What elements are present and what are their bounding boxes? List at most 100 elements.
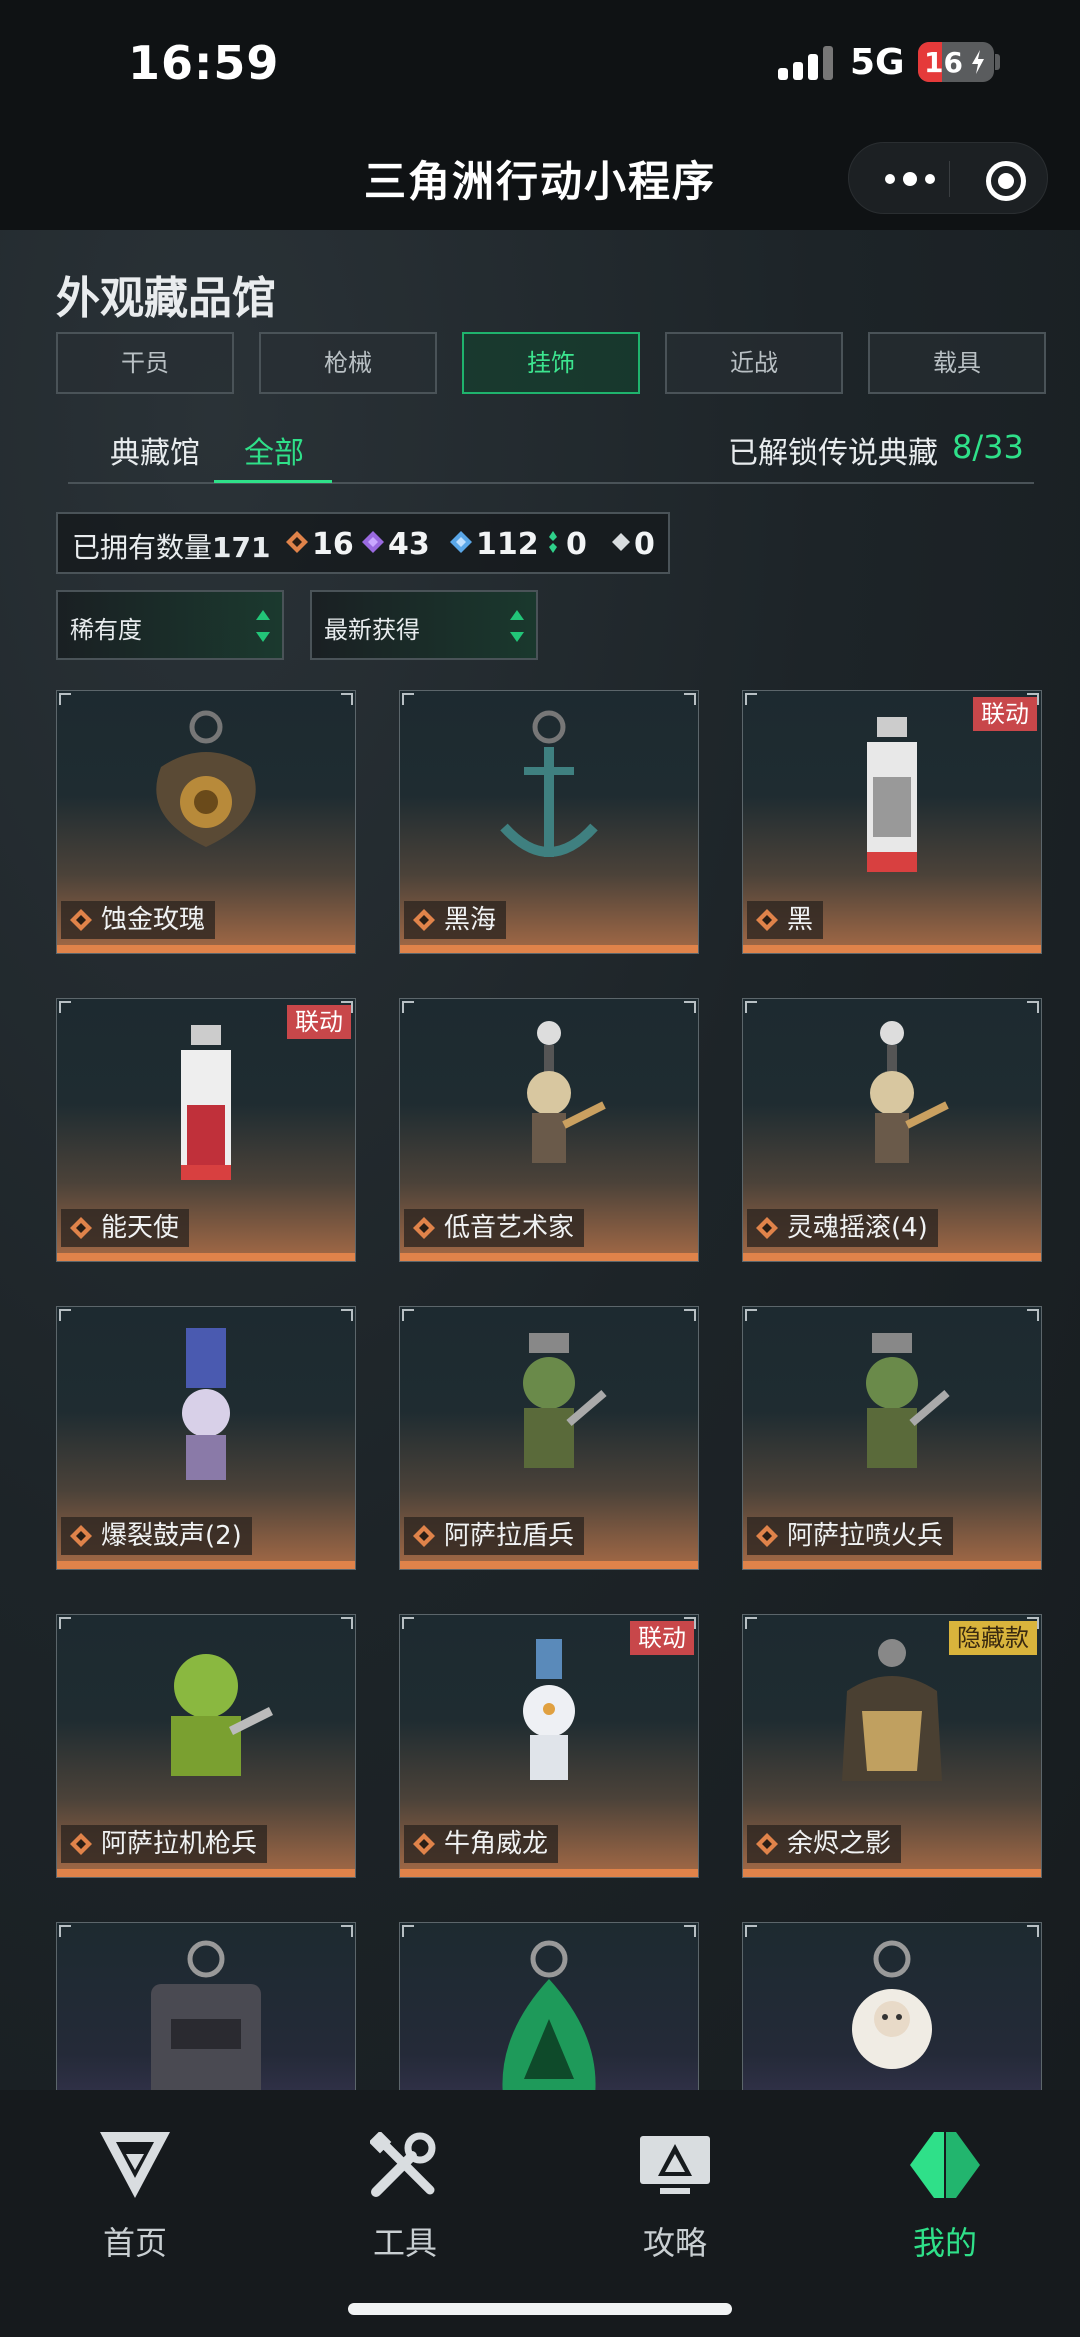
charm-name: 黑海 xyxy=(444,905,497,935)
charm-card[interactable] xyxy=(399,1922,699,2090)
orange-diamond-icon xyxy=(70,1525,92,1547)
nav-tools-label: 工具 xyxy=(372,2224,437,2262)
rarity-sort-dropdown[interactable]: 稀有度 xyxy=(56,590,284,660)
charm-name: 灵魂摇滚(4) xyxy=(787,1213,928,1243)
nav-mine[interactable]: 我的 xyxy=(810,2090,1080,2290)
tab-vehicles[interactable]: 载具 xyxy=(868,332,1046,394)
orange-diamond-icon xyxy=(413,1525,435,1547)
active-subtab-indicator xyxy=(214,480,332,483)
orange-count: 16 xyxy=(312,527,354,562)
tab-weapons[interactable]: 枪械 xyxy=(259,332,437,394)
charm-card[interactable]: 联动黑 xyxy=(742,690,1042,954)
charm-name: 黑 xyxy=(787,905,814,935)
owned-total: 171 xyxy=(212,531,271,564)
hidden-badge: 隐藏款 xyxy=(949,1621,1037,1655)
nav-guides[interactable]: 攻略 xyxy=(540,2090,810,2290)
bottom-nav: 首页 工具 攻略 我的 xyxy=(0,2090,1080,2337)
orange-diamond-icon xyxy=(70,1833,92,1855)
charm-image xyxy=(131,1015,281,1189)
charm-card[interactable] xyxy=(742,1922,1042,2090)
charm-card[interactable]: 低音艺术家 xyxy=(399,998,699,1262)
sort-arrows-icon xyxy=(254,608,272,644)
charm-name: 能天使 xyxy=(101,1213,180,1243)
tab-charms[interactable]: 挂饰 xyxy=(462,332,640,394)
charm-image xyxy=(131,1631,281,1805)
collection-content: 外观藏品馆 干员 枪械 挂饰 近战 载具 典藏馆 全部 已解锁传说典藏 8/33… xyxy=(0,230,1080,2090)
charm-image xyxy=(131,1939,281,2090)
monitor-icon xyxy=(640,2136,710,2194)
white-count: 0 xyxy=(634,527,655,562)
charm-image xyxy=(474,1939,624,2090)
charm-card[interactable]: 联动 牛角威龙 xyxy=(399,1614,699,1878)
charm-name: 阿萨拉喷火兵 xyxy=(787,1521,944,1551)
orange-diamond-icon xyxy=(756,1217,778,1239)
sort-arrows-icon xyxy=(508,608,526,644)
tab-melee[interactable]: 近战 xyxy=(665,332,843,394)
purple-count: 43 xyxy=(388,527,430,562)
nav-mine-label: 我的 xyxy=(912,2224,977,2262)
charm-card[interactable]: 黑海 xyxy=(399,690,699,954)
white-diamond-icon xyxy=(612,533,630,551)
charm-name: 阿萨拉机枪兵 xyxy=(101,1829,258,1859)
charm-card[interactable] xyxy=(56,1922,356,2090)
orange-diamond-icon xyxy=(286,531,308,553)
charm-card[interactable]: 阿萨拉机枪兵 xyxy=(56,1614,356,1878)
owned-summary: 已拥有数量171 16 43 112 0 0 xyxy=(56,512,670,574)
charm-card[interactable]: 联动能天使 xyxy=(56,998,356,1262)
tab-operators[interactable]: 干员 xyxy=(56,332,234,394)
charm-name: 低音艺术家 xyxy=(444,1213,575,1243)
orange-diamond-icon xyxy=(70,1217,92,1239)
blue-diamond-icon xyxy=(450,531,472,553)
close-miniprogram-icon[interactable] xyxy=(986,161,1026,201)
orange-diamond-icon xyxy=(413,1217,435,1239)
status-time: 16:59 xyxy=(128,36,280,90)
charm-name: 牛角威龙 xyxy=(444,1829,549,1859)
recent-sort-dropdown[interactable]: 最新获得 xyxy=(310,590,538,660)
signal-icon xyxy=(778,46,834,80)
delta-green-icon xyxy=(910,2132,980,2198)
subtab-all[interactable]: 全部 xyxy=(244,428,304,472)
orange-diamond-icon xyxy=(756,1833,778,1855)
nav-tools[interactable]: 工具 xyxy=(270,2090,540,2290)
charm-image xyxy=(131,1323,281,1497)
orange-diamond-icon xyxy=(756,909,778,931)
charm-card[interactable]: 隐藏款余烬之影 xyxy=(742,1614,1042,1878)
charm-image xyxy=(474,1323,624,1497)
charm-image xyxy=(817,1939,967,2090)
charm-image xyxy=(817,1631,967,1805)
orange-diamond-icon xyxy=(70,909,92,931)
more-icon[interactable] xyxy=(879,143,959,215)
charm-image xyxy=(131,707,281,881)
subtab-collection-hall[interactable]: 典藏馆 xyxy=(110,428,200,472)
unlocked-legend-label: 已解锁传说典藏 xyxy=(728,436,938,471)
charm-image xyxy=(474,707,624,881)
rarity-sort-label: 稀有度 xyxy=(70,616,142,644)
charm-image xyxy=(474,1015,624,1189)
capsule-menu xyxy=(848,142,1048,214)
orange-diamond-icon xyxy=(413,1833,435,1855)
charm-name: 蚀金玫瑰 xyxy=(101,905,206,935)
home-indicator xyxy=(348,2303,732,2315)
battery-icon: 16 xyxy=(918,42,994,82)
charm-card[interactable]: 蚀金玫瑰 xyxy=(56,690,356,954)
nav-home-label: 首页 xyxy=(102,2224,167,2262)
charm-card[interactable]: 阿萨拉盾兵 xyxy=(399,1306,699,1570)
network-type: 5G xyxy=(850,42,905,83)
charm-image xyxy=(817,1015,967,1189)
charm-image xyxy=(817,1323,967,1497)
tools-icon xyxy=(370,2132,436,2197)
page-title: 外观藏品馆 xyxy=(56,273,276,324)
charm-name: 爆裂鼓声(2) xyxy=(101,1521,242,1551)
charm-card[interactable]: 灵魂摇滚(4) xyxy=(742,998,1042,1262)
collab-badge: 联动 xyxy=(287,1005,351,1039)
charm-card[interactable]: 爆裂鼓声(2) xyxy=(56,1306,356,1570)
green-diamond-icon xyxy=(549,531,557,553)
charm-card[interactable]: 阿萨拉喷火兵 xyxy=(742,1306,1042,1570)
battery-level: 16 xyxy=(924,46,963,79)
charm-name: 余烬之影 xyxy=(787,1829,892,1859)
orange-diamond-icon xyxy=(756,1525,778,1547)
purple-diamond-icon xyxy=(362,531,384,553)
charm-image xyxy=(474,1631,624,1805)
nav-home[interactable]: 首页 xyxy=(0,2090,270,2290)
recent-sort-label: 最新获得 xyxy=(324,616,420,644)
